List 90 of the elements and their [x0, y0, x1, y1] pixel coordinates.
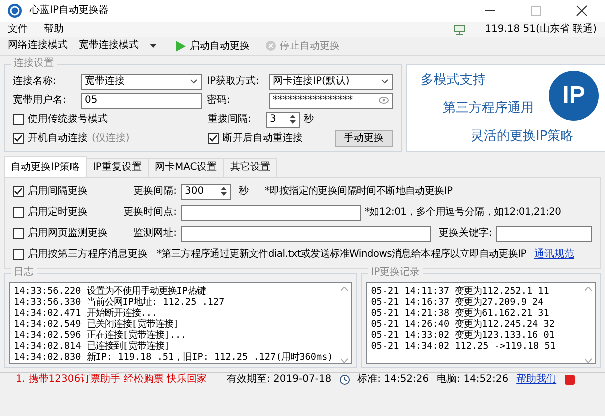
app-icon — [564, 374, 575, 384]
tab[interactable]: 自动更换IP策略 — [4, 156, 87, 177]
password-field[interactable]: **************** — [269, 92, 393, 108]
caret-icon — [150, 44, 157, 48]
link[interactable]: 通讯规范 — [534, 248, 574, 260]
check-icon — [14, 187, 23, 196]
spinner-arrows-icon — [290, 115, 296, 124]
network-icon — [454, 24, 466, 34]
connection-dropdown[interactable]: 宽带连接 — [81, 74, 202, 90]
pc-time: 电脑: 14:52:26 — [437, 373, 509, 386]
log-line: 05-21 14:34:02 112.25 ->119.18 51 — [371, 341, 557, 352]
window-title: 心蓝IP自动更换器 — [30, 5, 109, 17]
play-icon — [176, 40, 186, 52]
hint-text: *如12:01，多个用逗号分隔，如12:01,21:20 — [365, 206, 562, 218]
clock-icon — [340, 374, 350, 384]
caret-icon — [381, 79, 389, 84]
checkbox[interactable] — [13, 249, 24, 260]
keyword-field[interactable] — [496, 226, 592, 242]
hint-text: *即按指定的更换间隔时间不断地自动更换IP — [265, 186, 453, 198]
field-label: 重拨间隔: — [208, 114, 252, 126]
field-label: 宽带用户名: — [13, 94, 68, 106]
field-label: 更换时间点: — [122, 206, 177, 218]
checkbox-note: (仅连接) — [92, 132, 130, 144]
checkbox-label: 开机自动连接 — [28, 132, 88, 144]
interval-spinner[interactable]: 300 — [181, 184, 231, 200]
close-icon[interactable] — [575, 4, 589, 18]
checkbox[interactable] — [13, 207, 24, 218]
log-line: 05-21 14:21:38 变更为61.162.21 31 — [371, 308, 550, 319]
check-icon — [209, 134, 218, 143]
redial-spinner[interactable]: 3 — [266, 112, 300, 128]
standard-time: 标准: 14:52:26 — [358, 373, 430, 386]
start-button[interactable]: 启动自动更换 — [176, 38, 250, 54]
check-icon — [14, 134, 23, 143]
banner-text: 第三方程序通用 — [443, 101, 534, 117]
menu-item[interactable]: 文件 — [8, 24, 28, 36]
unit-label: 秒 — [304, 114, 314, 126]
checkbox-label: 断开后自动重连接 — [223, 132, 303, 144]
group-title: IP更换记录 — [368, 267, 424, 279]
log-line: 05-21 14:33:02 变更为123.133.16 01 — [371, 330, 556, 341]
field-label: 更换关键字: — [439, 228, 492, 240]
checkbox-label: 启用网页监测更换 — [28, 228, 108, 240]
checkbox[interactable] — [13, 186, 24, 197]
log-line: 05-21 14:11:37 变更为112.252.1 11 — [371, 286, 550, 297]
manual-change-button[interactable]: 手动更换 — [335, 130, 393, 147]
checkbox-label: 启用间隔更换 — [28, 186, 88, 198]
field-label: 更换间隔: — [132, 186, 177, 198]
ip-status: 119.18 51(山东省 联通) — [485, 24, 597, 36]
eye-icon — [379, 97, 389, 104]
mode-label: 网络连接模式 — [8, 40, 68, 52]
field-label: IP获取方式: — [207, 76, 260, 88]
log-line: 14:34:02.814 已连接到[宽带连接] — [14, 341, 171, 352]
caret-icon — [190, 79, 198, 84]
tab[interactable]: 其它设置 — [223, 158, 278, 177]
log-line: 05-21 14:26:40 变更为112.245.24 32 — [371, 319, 556, 330]
log-line: 05-21 14:16:37 变更为27.209.9 24 — [371, 297, 545, 308]
mode-dropdown[interactable]: 宽带连接模式 — [76, 40, 160, 52]
checkbox[interactable] — [13, 114, 24, 125]
field-label: 连接名称: — [13, 76, 58, 88]
banner-text: 灵活的更换IP策略 — [471, 129, 574, 145]
checkbox-label: 启用按第三方程序消息更换 — [28, 248, 148, 260]
stop-icon — [266, 41, 276, 51]
checkbox[interactable] — [13, 133, 24, 144]
group-title: 连接设置 — [11, 58, 57, 70]
text-field[interactable] — [181, 204, 361, 220]
field-label: 密码: — [207, 94, 232, 106]
log-line: 14:34:02.596 正在连接[宽带连接]... — [14, 330, 188, 341]
help-link[interactable]: 帮助我们 — [516, 373, 557, 386]
log-line: 14:33:56.330 当前公网IP地址: 112.25 .127 — [14, 297, 226, 308]
expiry-text: 有效期至: 2019-07-18 — [227, 373, 332, 386]
log-line: 14:34:02.549 已关闭连接[宽带连接] — [14, 319, 180, 330]
checkbox[interactable] — [208, 133, 219, 144]
app-logo-icon — [8, 4, 22, 18]
field-label: 监测网址: — [132, 228, 177, 240]
hint-text: *第三方程序通过更新文件dial.txt或发送标准Windows消息给本程序以立即自动更换IP — [157, 248, 526, 260]
checkbox-label: 启用定时更换 — [28, 206, 88, 218]
checkbox[interactable] — [13, 228, 24, 239]
username-field[interactable]: 05 — [81, 92, 202, 108]
spinner-arrows-icon — [221, 187, 227, 196]
ip-method-dropdown[interactable]: 网卡连接IP(默认) — [269, 74, 393, 90]
log-line: 14:34:02.830 新IP: 119.18 .51，旧IP: 112.25 .127(用时360ms) — [14, 352, 334, 363]
checkbox-label: 使用传统拨号模式 — [28, 114, 108, 126]
text-field[interactable] — [181, 226, 431, 242]
banner-text: 多模式支持 — [421, 73, 486, 89]
group-title: 日志 — [11, 267, 37, 279]
menu-item[interactable]: 帮助 — [44, 24, 64, 36]
unit-label: 秒 — [239, 186, 249, 198]
notice-text: 1. 携带12306订票助手 经松购票 快乐回家 — [15, 373, 208, 386]
log-line: 14:33:56.220 设置为不使用手动更换IP热键 — [14, 286, 208, 297]
log-line: 14:34:02.471 开始断开连接... — [14, 308, 159, 319]
ip-logo: IP — [549, 71, 599, 121]
